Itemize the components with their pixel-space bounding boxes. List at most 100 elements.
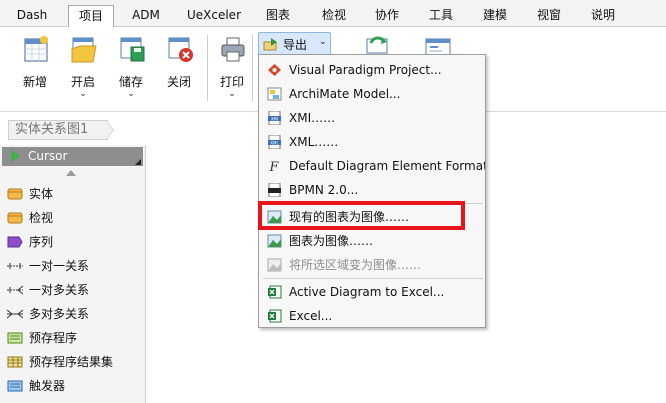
menu-item-vp-project[interactable]: Visual Paradigm Project... <box>260 58 485 82</box>
svg-text:F: F <box>268 160 279 173</box>
print-button[interactable]: 打印 ⌄ <box>207 31 257 103</box>
menu-item-xmi[interactable]: XMI XMI…… <box>260 106 485 130</box>
tab-diagram[interactable]: 图表 <box>256 5 300 27</box>
palette-item-label: 一对一关系 <box>29 259 90 273</box>
menu-item-label: Active Diagram to Excel... <box>289 285 445 299</box>
save-button[interactable]: 储存 ⌄ <box>106 31 156 103</box>
palette-cursor-tool[interactable]: Cursor <box>2 147 143 166</box>
new-button[interactable]: 新增 <box>10 31 60 103</box>
menu-item-diagram-as-image[interactable]: 图表为图像…… <box>260 229 485 253</box>
archimate-icon <box>267 87 282 101</box>
menu-item-label: Default Diagram Element Format... <box>289 159 485 173</box>
sequence-icon <box>7 236 23 248</box>
breadcrumb-item[interactable]: 实体关系图1 <box>8 120 108 140</box>
tab-view[interactable]: 检视 <box>312 5 356 27</box>
open-chevron-down-icon[interactable]: ⌄ <box>58 89 108 99</box>
menu-item-active-diagram-to-excel[interactable]: Active Diagram to Excel... <box>260 280 485 304</box>
print-label: 打印 <box>219 75 244 89</box>
tab-help[interactable]: 说明 <box>581 5 625 27</box>
palette-item-label: 预存程序 <box>29 331 78 345</box>
menu-item-label: Visual Paradigm Project... <box>289 63 442 77</box>
tab-tools[interactable]: 工具 <box>419 5 463 27</box>
one-to-many-icon <box>7 285 23 295</box>
print-chevron-down-icon[interactable]: ⌄ <box>207 89 257 99</box>
menu-separator <box>263 278 483 279</box>
menu-item-label: Excel... <box>289 309 333 323</box>
menu-item-bpmn[interactable]: BPMN 2.0... <box>260 178 485 202</box>
cursor-label: Cursor <box>28 149 68 163</box>
menu-item-label: BPMN 2.0... <box>289 183 359 197</box>
highlight-box <box>258 201 465 230</box>
palette-item-label: 序列 <box>29 235 54 249</box>
menu-item-excel[interactable]: Excel... <box>260 304 485 328</box>
palette-item-stored-procedure-resultset[interactable]: 预存程序结果集 <box>0 352 146 372</box>
menu-item-archimate[interactable]: ArchiMate Model... <box>260 82 485 106</box>
image-icon <box>267 234 282 248</box>
menu-item-label: ArchiMate Model... <box>289 87 401 101</box>
palette-item-label: 多对多关系 <box>29 307 90 321</box>
menu-item-label: 图表为图像…… <box>289 234 374 248</box>
open-label: 开启 <box>70 75 95 89</box>
entity-icon <box>7 188 23 200</box>
tab-adm[interactable]: ADM <box>124 5 168 27</box>
excel-icon <box>268 309 282 323</box>
tab-uexceler[interactable]: UeXceler <box>180 5 248 27</box>
menu-item-label: XMI…… <box>289 111 336 125</box>
refresh-icon[interactable] <box>365 33 391 55</box>
image-icon <box>267 258 282 272</box>
menu-item-default-format[interactable]: F Default Diagram Element Format... <box>260 154 485 178</box>
palette-item-stored-procedure[interactable]: 预存程序 <box>0 328 146 348</box>
export-chevron-down-icon: ⌄ <box>319 37 327 47</box>
export-label: 导出 <box>283 38 308 52</box>
palette-item-label: 预存程序结果集 <box>29 355 114 369</box>
palette-item-many-to-many[interactable]: 多对多关系 <box>0 304 146 324</box>
many-to-many-icon <box>7 309 23 319</box>
tab-modeling[interactable]: 建模 <box>473 5 517 27</box>
new-label: 新增 <box>22 75 47 89</box>
xmi-file-icon: XMI <box>268 111 281 125</box>
tab-window[interactable]: 视窗 <box>527 5 571 27</box>
trigger-icon <box>7 380 23 392</box>
svg-text:XML: XML <box>270 140 279 145</box>
menu-item-xml[interactable]: XML XML…… <box>260 130 485 154</box>
save-chevron-down-icon[interactable]: ⌄ <box>106 89 156 99</box>
breadcrumb-arrow-fill <box>106 121 113 139</box>
palette-item-label: 触发器 <box>29 379 66 393</box>
excel-icon <box>268 285 282 299</box>
open-button[interactable]: 开启 ⌄ <box>58 31 108 103</box>
resultset-icon <box>7 356 23 368</box>
export-dropdown-menu: Visual Paradigm Project... ArchiMate Mod… <box>258 54 486 328</box>
save-icon <box>120 37 145 62</box>
export-icon <box>263 38 277 51</box>
format-f-icon: F <box>268 160 279 173</box>
menu-bar: Dash 项目 ADM UeXceler 图表 检视 协作 工具 建模 视窗 说… <box>0 0 666 27</box>
palette-item-label: 检视 <box>29 211 54 225</box>
palette-item-sequence[interactable]: 序列 <box>0 232 146 252</box>
palette-item-one-to-one[interactable]: 一对一关系 <box>0 256 146 276</box>
palette-item-one-to-many[interactable]: 一对多关系 <box>0 280 146 300</box>
svg-text:XMI: XMI <box>271 116 278 121</box>
tab-team[interactable]: 协作 <box>365 5 409 27</box>
close-button[interactable]: 关闭 <box>154 31 204 103</box>
palette-item-trigger[interactable]: 触发器 <box>0 376 146 396</box>
palette-item-view[interactable]: 检视 <box>0 208 146 228</box>
menu-item-label: 将所选区域变为图像…… <box>289 258 422 272</box>
bpmn-file-icon <box>268 183 281 197</box>
stored-procedure-icon <box>7 332 23 344</box>
tab-dash[interactable]: Dash <box>10 5 54 27</box>
palette-item-entity[interactable]: 实体 <box>0 184 146 204</box>
tab-project[interactable]: 项目 <box>68 5 114 27</box>
view-icon <box>7 212 23 224</box>
palette-scroll-up-icon[interactable] <box>66 170 76 176</box>
ribbon-divider <box>252 35 253 101</box>
menu-item-selection-as-image[interactable]: 将所选区域变为图像…… <box>260 253 485 277</box>
export-button[interactable]: 导出 ⌄ <box>258 32 331 56</box>
save-label: 储存 <box>118 75 143 89</box>
cursor-icon <box>11 150 20 162</box>
diagram-palette: Cursor 实体 检视 序列 一对一关系 一对多关系 多对多关系 预存程序 预… <box>0 145 146 403</box>
menu-item-label: XML…… <box>289 135 339 149</box>
close-label: 关闭 <box>166 75 191 89</box>
one-to-one-icon <box>7 263 23 269</box>
new-project-icon <box>24 36 48 62</box>
palette-item-label: 实体 <box>29 187 54 201</box>
